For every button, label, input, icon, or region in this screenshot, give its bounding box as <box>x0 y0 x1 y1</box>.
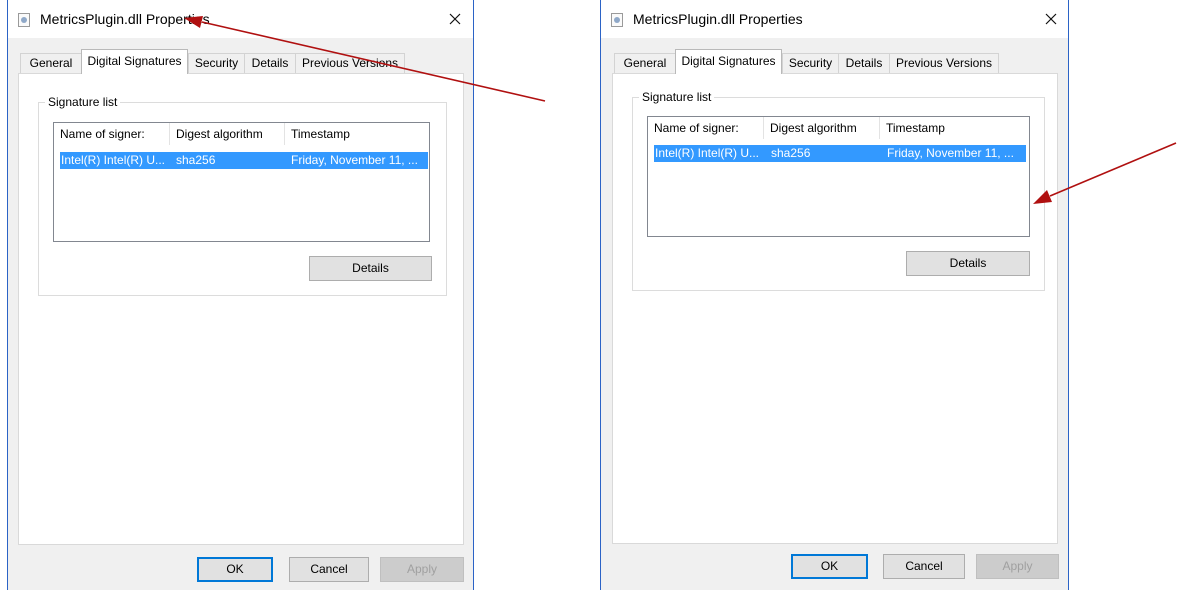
list-header: Name of signer: Digest algorithm Timesta… <box>648 117 1029 139</box>
column-header-digest[interactable]: Digest algorithm <box>170 123 285 145</box>
details-button[interactable]: Details <box>309 256 432 281</box>
apply-button: Apply <box>976 554 1059 579</box>
table-row[interactable]: Intel(R) Intel(R) U... sha256 Friday, No… <box>60 152 428 169</box>
title-bar[interactable]: MetricsPlugin.dll Properties <box>601 0 1068 38</box>
signature-list-group: Signature list Name of signer: Digest al… <box>632 90 1045 291</box>
signer-cell: Intel(R) Intel(R) U... <box>61 153 166 167</box>
apply-button: Apply <box>380 557 464 582</box>
tab-general[interactable]: General <box>614 53 676 73</box>
details-button[interactable]: Details <box>906 251 1030 276</box>
tab-security[interactable]: Security <box>188 53 245 73</box>
tab-previous-versions[interactable]: Previous Versions <box>295 53 405 73</box>
timestamp-cell: Friday, November 11, ... <box>291 153 418 167</box>
cancel-button[interactable]: Cancel <box>883 554 965 579</box>
ok-button[interactable]: OK <box>197 557 273 582</box>
signature-list-group: Signature list Name of signer: Digest al… <box>38 95 447 296</box>
tab-security[interactable]: Security <box>782 53 839 73</box>
signature-list[interactable]: Name of signer: Digest algorithm Timesta… <box>647 116 1030 237</box>
tab-digital-signatures[interactable]: Digital Signatures <box>81 49 188 74</box>
signer-cell: Intel(R) Intel(R) U... <box>655 146 760 160</box>
file-icon <box>18 13 30 27</box>
dialog-title: MetricsPlugin.dll Properties <box>40 11 210 27</box>
column-header-signer[interactable]: Name of signer: <box>54 123 170 145</box>
tab-general[interactable]: General <box>20 53 82 73</box>
cancel-button[interactable]: Cancel <box>289 557 369 582</box>
column-header-timestamp[interactable]: Timestamp <box>880 117 1028 139</box>
tab-panel: Signature list Name of signer: Digest al… <box>18 73 464 545</box>
title-bar[interactable]: MetricsPlugin.dll Properties <box>8 0 473 38</box>
tab-panel: Signature list Name of signer: Digest al… <box>612 73 1058 544</box>
digest-cell: sha256 <box>176 153 216 167</box>
dialog-title: MetricsPlugin.dll Properties <box>633 11 803 27</box>
close-icon[interactable] <box>444 8 466 30</box>
ok-button[interactable]: OK <box>791 554 868 579</box>
tab-details[interactable]: Details <box>838 53 890 73</box>
column-header-timestamp[interactable]: Timestamp <box>285 123 429 145</box>
group-label: Signature list <box>639 90 715 104</box>
tab-strip: General Digital Signatures Security Deta… <box>8 38 473 74</box>
column-header-signer[interactable]: Name of signer: <box>648 117 764 139</box>
properties-dialog-right: MetricsPlugin.dll Properties General Dig… <box>600 0 1069 590</box>
tab-digital-signatures[interactable]: Digital Signatures <box>675 49 782 74</box>
tab-details[interactable]: Details <box>244 53 296 73</box>
properties-dialog-left: MetricsPlugin.dll Properties General Dig… <box>7 0 474 590</box>
column-header-digest[interactable]: Digest algorithm <box>764 117 880 139</box>
file-icon <box>611 13 623 27</box>
timestamp-cell: Friday, November 11, ... <box>887 146 1014 160</box>
digest-cell: sha256 <box>771 146 811 160</box>
tab-strip: General Digital Signatures Security Deta… <box>601 38 1068 74</box>
list-header: Name of signer: Digest algorithm Timesta… <box>54 123 429 145</box>
tab-previous-versions[interactable]: Previous Versions <box>889 53 999 73</box>
group-label: Signature list <box>45 95 121 109</box>
close-icon[interactable] <box>1040 8 1062 30</box>
table-row[interactable]: Intel(R) Intel(R) U... sha256 Friday, No… <box>654 145 1026 162</box>
signature-list[interactable]: Name of signer: Digest algorithm Timesta… <box>53 122 430 242</box>
